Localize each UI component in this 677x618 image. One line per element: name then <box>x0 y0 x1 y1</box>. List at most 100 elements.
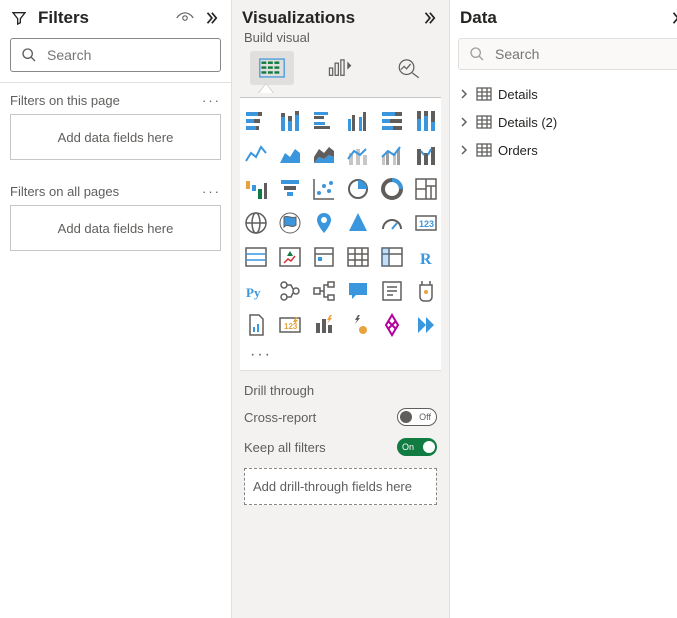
viz-gallery: 123 R Py 123 ··· <box>240 97 441 371</box>
table-icon <box>476 142 492 158</box>
collapse-data-icon[interactable] <box>667 8 677 28</box>
table-name: Details <box>498 87 538 102</box>
data-title: Data <box>460 8 661 28</box>
data-pane: Data Details Details (2) Orders <box>450 0 677 618</box>
power-apps-icon[interactable] <box>309 310 339 340</box>
keep-filters-label: Keep all filters <box>244 440 326 455</box>
arcgis-map-icon[interactable] <box>343 208 373 238</box>
qa-visual-icon[interactable] <box>343 276 373 306</box>
map-icon[interactable] <box>241 208 271 238</box>
data-search[interactable] <box>458 38 677 70</box>
clustered-column-chart-icon[interactable] <box>343 106 373 136</box>
multirow-card-icon[interactable] <box>241 242 271 272</box>
decomposition-tree-icon[interactable] <box>309 276 339 306</box>
svg-text:R: R <box>420 251 432 268</box>
table-row[interactable]: Details (2) <box>458 108 677 136</box>
table-icon <box>476 86 492 102</box>
cross-report-toggle[interactable]: Off <box>397 408 437 426</box>
dropzone-text: Add data fields here <box>58 130 174 145</box>
svg-text:123: 123 <box>284 322 298 331</box>
chevron-right-icon[interactable] <box>458 116 470 128</box>
filters-all-pages-dropzone[interactable]: Add data fields here <box>10 205 221 251</box>
filters-this-page-label: Filters on this page ··· <box>0 83 231 114</box>
stacked-column-chart-icon[interactable] <box>275 106 305 136</box>
keep-filters-toggle[interactable]: On <box>397 438 437 456</box>
shape-map-2-icon[interactable] <box>377 310 407 340</box>
filters-this-page-dropzone[interactable]: Add data fields here <box>10 114 221 160</box>
table-row[interactable]: Orders <box>458 136 677 164</box>
filters-search[interactable] <box>10 38 221 72</box>
filter-icon <box>10 9 28 27</box>
funnel-chart-icon[interactable] <box>275 174 305 204</box>
data-tree: Details Details (2) Orders <box>450 78 677 166</box>
filters-header: Filters <box>0 0 231 34</box>
power-automate-icon[interactable]: 123 <box>275 310 305 340</box>
reveal-icon[interactable] <box>175 8 195 28</box>
line-clustered-column-chart-icon[interactable] <box>377 140 407 170</box>
stacked-bar-chart-icon[interactable] <box>241 106 271 136</box>
pie-chart-icon[interactable] <box>343 174 373 204</box>
toggle-state-text: Off <box>419 412 431 422</box>
section-label-text: Filters on this page <box>10 93 120 108</box>
tab-analytics[interactable] <box>387 51 431 85</box>
section-more-icon[interactable]: ··· <box>202 184 221 199</box>
collapse-viz-icon[interactable] <box>419 8 439 28</box>
gauge-icon[interactable] <box>377 208 407 238</box>
drill-title: Drill through <box>244 383 437 398</box>
get-more-visuals-icon[interactable] <box>411 310 441 340</box>
table-row[interactable]: Details <box>458 80 677 108</box>
viz-title: Visualizations <box>242 8 413 28</box>
area-chart-icon[interactable] <box>275 140 305 170</box>
table-name: Details (2) <box>498 115 557 130</box>
table-icon <box>476 114 492 130</box>
scatter-chart-icon[interactable] <box>309 174 339 204</box>
drill-through-dropzone[interactable]: Add drill-through fields here <box>244 468 437 505</box>
filters-pane: Filters Filters on this page ··· Add dat… <box>0 0 232 618</box>
section-more-icon[interactable]: ··· <box>202 93 221 108</box>
dropzone-text: Add data fields here <box>58 221 174 236</box>
data-header: Data <box>450 0 677 34</box>
viz-tab-row <box>232 51 449 85</box>
drill-through-section: Drill through Cross-report Off Keep all … <box>232 371 449 515</box>
data-search-input[interactable] <box>493 45 677 63</box>
svg-text:Py: Py <box>246 285 261 300</box>
toggle-state-text: On <box>402 442 414 452</box>
shape-map-1-icon[interactable] <box>343 310 373 340</box>
metrics-icon[interactable] <box>241 310 271 340</box>
card-icon[interactable]: 123 <box>411 208 441 238</box>
svg-text:123: 123 <box>419 219 434 229</box>
table-name: Orders <box>498 143 538 158</box>
tab-build-visual[interactable] <box>250 51 294 85</box>
gallery-more-icon[interactable]: ··· <box>242 340 439 366</box>
filters-all-pages-label: Filters on all pages ··· <box>0 174 231 205</box>
stacked-area-chart-icon[interactable] <box>309 140 339 170</box>
matrix-icon[interactable] <box>377 242 407 272</box>
dropzone-text: Add drill-through fields here <box>253 479 412 494</box>
paginated-report-icon[interactable] <box>411 276 441 306</box>
line-stacked-column-chart-icon[interactable] <box>343 140 373 170</box>
slicer-icon[interactable] <box>309 242 339 272</box>
smart-narrative-icon[interactable] <box>377 276 407 306</box>
python-visual-icon[interactable]: Py <box>241 276 271 306</box>
filters-search-input[interactable] <box>45 46 230 64</box>
hundred-stacked-column-chart-icon[interactable] <box>411 106 441 136</box>
viz-subhead: Build visual <box>232 30 449 51</box>
r-visual-icon[interactable]: R <box>411 242 441 272</box>
tab-format-visual[interactable] <box>318 51 362 85</box>
line-chart-icon[interactable] <box>241 140 271 170</box>
chevron-right-icon[interactable] <box>458 88 470 100</box>
clustered-bar-chart-icon[interactable] <box>309 106 339 136</box>
donut-chart-icon[interactable] <box>377 174 407 204</box>
table-icon[interactable] <box>343 242 373 272</box>
collapse-filters-icon[interactable] <box>201 8 221 28</box>
azure-map-icon[interactable] <box>309 208 339 238</box>
hundred-stacked-bar-chart-icon[interactable] <box>377 106 407 136</box>
visualizations-pane: Visualizations Build visual <box>232 0 450 618</box>
key-influencers-icon[interactable] <box>275 276 305 306</box>
kpi-icon[interactable] <box>275 242 305 272</box>
treemap-icon[interactable] <box>411 174 441 204</box>
chevron-right-icon[interactable] <box>458 144 470 156</box>
waterfall-chart-icon[interactable] <box>241 174 271 204</box>
ribbon-chart-icon[interactable] <box>411 140 441 170</box>
filled-map-icon[interactable] <box>275 208 305 238</box>
